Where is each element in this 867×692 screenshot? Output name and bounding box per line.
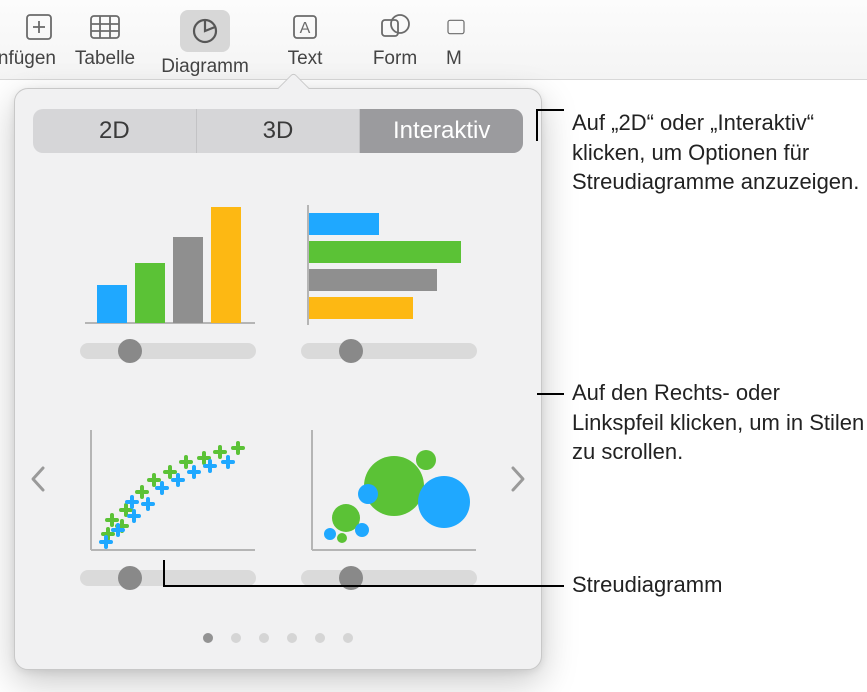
toolbar-item-media[interactable]: M	[440, 6, 470, 70]
callout-line	[163, 585, 564, 587]
toolbar-label: Tabelle	[75, 48, 135, 70]
page-dot[interactable]	[343, 633, 353, 643]
segment-control: 2D 3D Interaktiv	[33, 109, 523, 153]
page-dot[interactable]	[231, 633, 241, 643]
insert-icon	[22, 10, 56, 44]
toolbar-label: M	[446, 48, 462, 70]
toolbar-item-text[interactable]: A Text	[260, 6, 350, 70]
page-dots	[15, 633, 541, 643]
toolbar-label: Form	[373, 48, 417, 70]
callout-scatter-label: Streudiagramm	[572, 570, 867, 600]
media-icon	[446, 10, 466, 44]
callout-line	[163, 560, 165, 586]
page-dot[interactable]	[287, 633, 297, 643]
style-slider[interactable]	[80, 343, 256, 359]
chart-popover: 2D 3D Interaktiv	[14, 88, 542, 670]
toolbar-label: Diagramm	[161, 56, 249, 78]
scatter-chart-icon	[77, 422, 259, 560]
table-icon	[88, 10, 122, 44]
page-dot[interactable]	[203, 633, 213, 643]
callout-line	[538, 109, 564, 111]
chart-type-scatter[interactable]	[77, 422, 259, 586]
page-dot[interactable]	[315, 633, 325, 643]
page-dot[interactable]	[259, 633, 269, 643]
toolbar-item-shape[interactable]: Form	[350, 6, 440, 70]
style-slider[interactable]	[80, 570, 256, 586]
segment-interactive[interactable]: Interaktiv	[360, 109, 523, 153]
chart-type-bubble[interactable]	[298, 422, 480, 586]
toolbar-item-table[interactable]: Tabelle	[60, 6, 150, 70]
callout-line	[537, 393, 564, 395]
callout-arrow-hint: Auf den Rechts- oder Linkspfeil klicken,…	[572, 378, 867, 467]
prev-style-arrow[interactable]	[25, 459, 51, 499]
chart-type-bar[interactable]	[298, 195, 480, 359]
shape-icon	[378, 10, 412, 44]
svg-text:A: A	[300, 20, 311, 37]
toolbar-item-chart[interactable]: Diagramm	[150, 6, 260, 78]
text-icon: A	[288, 10, 322, 44]
chart-style-grid	[15, 169, 541, 607]
chart-icon	[188, 14, 222, 48]
style-slider[interactable]	[301, 570, 477, 586]
callout-line	[536, 109, 538, 141]
segment-2d[interactable]: 2D	[33, 109, 197, 153]
toolbar-label: Text	[288, 48, 323, 70]
bubble-chart-icon	[298, 422, 480, 560]
bar-chart-icon	[298, 195, 480, 333]
toolbar-label: nfügen	[0, 48, 56, 70]
column-chart-icon	[77, 195, 259, 333]
callout-segment-hint: Auf „2D“ oder „Interaktiv“ klicken, um O…	[572, 108, 867, 197]
next-style-arrow[interactable]	[505, 459, 531, 499]
toolbar: nfügen Tabelle Diagramm A	[0, 0, 867, 80]
style-slider[interactable]	[301, 343, 477, 359]
chart-type-column[interactable]	[77, 195, 259, 359]
segment-3d[interactable]: 3D	[197, 109, 361, 153]
toolbar-item-insert[interactable]: nfügen	[0, 6, 60, 70]
